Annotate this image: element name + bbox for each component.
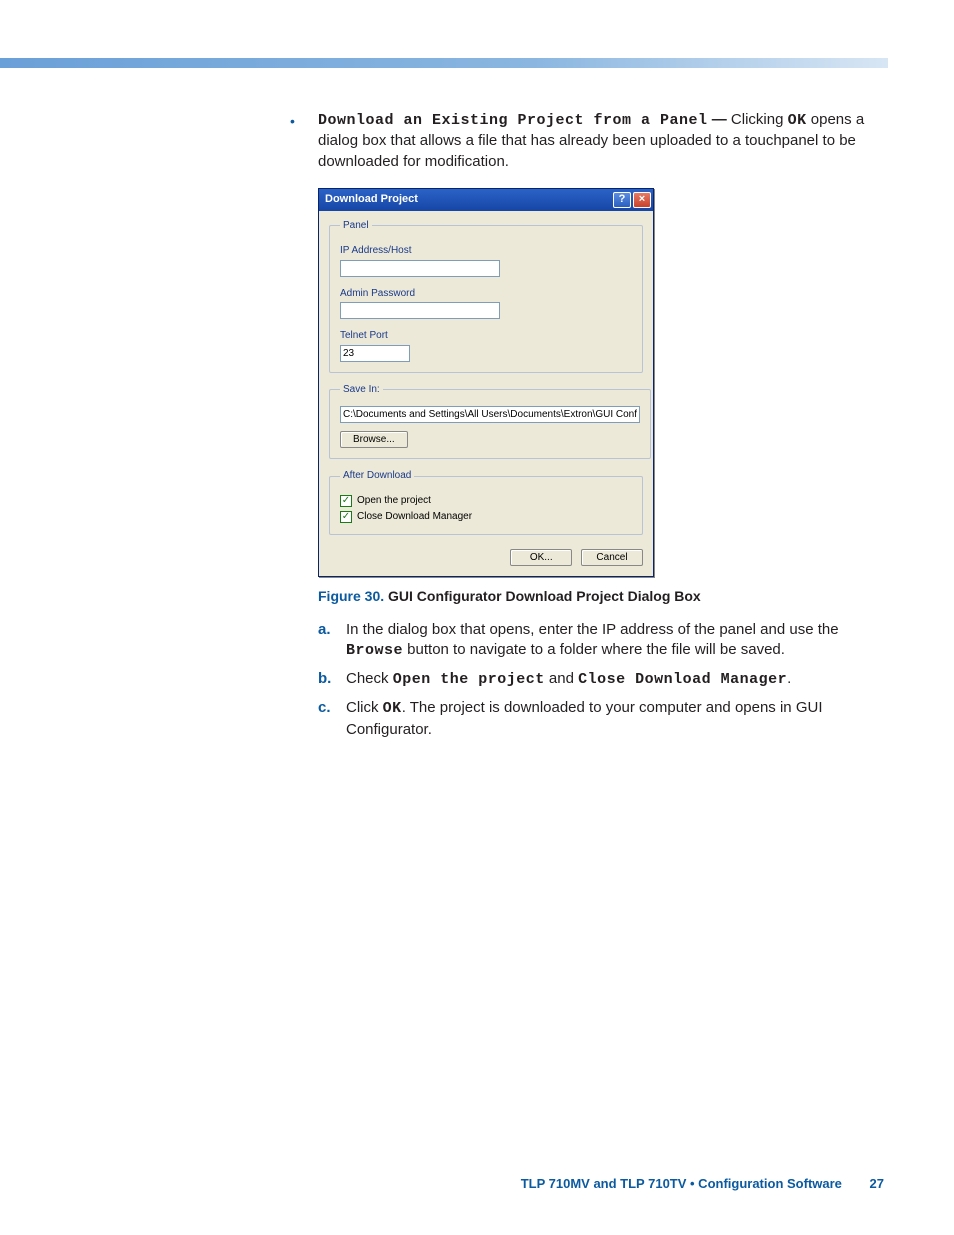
page-header-bar xyxy=(0,58,888,68)
after-download-fieldset: After Download ✓ Open the project ✓ Clos… xyxy=(329,469,643,535)
download-project-dialog: Download Project ? × Panel IP Address/Ho… xyxy=(318,188,654,577)
open-project-checkbox[interactable]: ✓ xyxy=(340,495,352,507)
main-content: • Download an Existing Project from a Pa… xyxy=(290,110,870,748)
step-c: c. Click OK. The project is downloaded t… xyxy=(318,698,870,740)
browse-button[interactable]: Browse... xyxy=(340,431,408,448)
figure-caption: Figure 30. GUI Configurator Download Pro… xyxy=(318,587,870,606)
page-footer: TLP 710MV and TLP 710TV • Configuration … xyxy=(521,1176,884,1191)
help-icon[interactable]: ? xyxy=(613,192,631,208)
open-project-label: Open the project xyxy=(357,494,431,508)
step-a-label: a. xyxy=(318,620,346,662)
step-b-body: Check Open the project and Close Downloa… xyxy=(346,669,870,690)
dialog-title: Download Project xyxy=(325,192,418,207)
intro-text: Download an Existing Project from a Pane… xyxy=(318,110,870,172)
step-a-t1: In the dialog box that opens, enter the … xyxy=(346,621,839,638)
step-b-m1: Open the project xyxy=(393,671,545,688)
open-project-row: ✓ Open the project xyxy=(340,494,632,508)
step-c-label: c. xyxy=(318,698,346,740)
save-in-legend: Save In: xyxy=(340,383,383,397)
admin-password-input[interactable] xyxy=(340,302,500,319)
bullet-icon: • xyxy=(290,110,318,172)
ip-address-input[interactable] xyxy=(340,260,500,277)
close-manager-checkbox[interactable]: ✓ xyxy=(340,511,352,523)
telnet-port-input[interactable] xyxy=(340,345,410,362)
steps-list: a. In the dialog box that opens, enter t… xyxy=(318,620,870,740)
step-c-t1: Click xyxy=(346,699,383,716)
figure-text: GUI Configurator Download Project Dialog… xyxy=(388,588,701,604)
save-path-input[interactable] xyxy=(340,406,640,423)
step-c-t2: . The project is downloaded to your comp… xyxy=(346,699,823,737)
admin-password-label: Admin Password xyxy=(340,287,632,301)
close-manager-label: Close Download Manager xyxy=(357,510,472,524)
step-a-body: In the dialog box that opens, enter the … xyxy=(346,620,870,662)
dialog-body: Panel IP Address/Host Admin Password Tel… xyxy=(319,211,653,576)
figure-number: Figure 30. xyxy=(318,588,384,604)
page-number: 27 xyxy=(870,1176,884,1191)
ok-button[interactable]: OK... xyxy=(510,549,572,566)
ip-label: IP Address/Host xyxy=(340,244,632,258)
step-a: a. In the dialog box that opens, enter t… xyxy=(318,620,870,662)
step-a-browse: Browse xyxy=(346,642,403,659)
step-b-m2: Close Download Manager xyxy=(578,671,787,688)
step-a-t2: button to navigate to a folder where the… xyxy=(403,641,785,658)
after-download-legend: After Download xyxy=(340,469,414,483)
intro-dash: — xyxy=(708,111,731,128)
close-manager-row: ✓ Close Download Manager xyxy=(340,510,632,524)
dialog-buttons: OK... Cancel xyxy=(329,545,643,566)
save-in-fieldset: Save In: Browse... xyxy=(329,383,651,460)
step-b-t1: Check xyxy=(346,670,393,687)
step-c-ok: OK xyxy=(383,700,402,717)
panel-fieldset: Panel IP Address/Host Admin Password Tel… xyxy=(329,219,643,373)
intro-bullet: • Download an Existing Project from a Pa… xyxy=(290,110,870,172)
step-b: b. Check Open the project and Close Down… xyxy=(318,669,870,690)
cancel-button[interactable]: Cancel xyxy=(581,549,643,566)
step-b-t3: . xyxy=(787,670,791,687)
step-b-t2: and xyxy=(545,670,578,687)
close-icon[interactable]: × xyxy=(633,192,651,208)
step-b-label: b. xyxy=(318,669,346,690)
footer-text: TLP 710MV and TLP 710TV • Configuration … xyxy=(521,1176,842,1191)
intro-ok: OK xyxy=(788,112,807,129)
dialog-titlebar[interactable]: Download Project ? × xyxy=(319,189,653,211)
telnet-port-label: Telnet Port xyxy=(340,329,632,343)
intro-title: Download an Existing Project from a Pane… xyxy=(318,112,708,129)
panel-legend: Panel xyxy=(340,219,372,233)
step-c-body: Click OK. The project is downloaded to y… xyxy=(346,698,870,740)
intro-pre: Clicking xyxy=(731,111,788,128)
